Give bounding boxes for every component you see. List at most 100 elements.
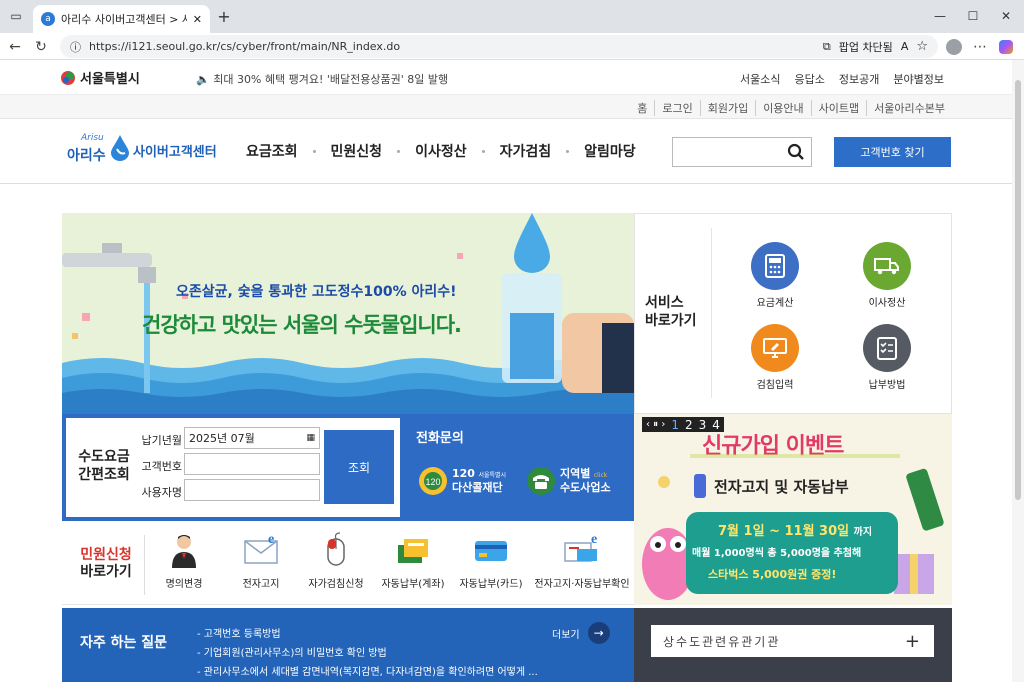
civil-notice-autopay-check[interactable]: e 전자고지·자동납부확인 xyxy=(530,531,634,590)
civil-request-shortcuts: 민원신청 바로가기 명의변경 e 전자고지 자가검침신청 자동납부(계좌) 자동… xyxy=(62,521,634,605)
util-link-sitemap[interactable]: 사이트맵 xyxy=(810,100,866,116)
civil-e-notice[interactable]: e 전자고지 xyxy=(223,531,299,590)
gnb-menu: 요금조회 민원신청 이사정산 자가검침 알림마당 xyxy=(246,141,636,161)
service-label: 검침입력 xyxy=(756,380,794,391)
util-link-home[interactable]: 홈 xyxy=(630,100,654,116)
user-name-input[interactable] xyxy=(184,479,320,501)
arisu-logo[interactable]: Arisu 아리수 사이버고객센터 xyxy=(67,133,217,165)
civil-label: 자가검침신청 xyxy=(308,579,364,590)
more-menu-icon[interactable]: ⋯ xyxy=(970,37,990,57)
menu-fee-inquiry[interactable]: 요금조회 xyxy=(246,141,298,161)
main-banner[interactable]: 오존살균, 숯을 통과한 고도정수100% 아리수! 건강하고 맛있는 서울의 … xyxy=(62,213,634,414)
menu-civil-request[interactable]: 민원신청 xyxy=(331,141,383,161)
top-links: 서울소식 응답소 정보공개 분야별정보 xyxy=(740,71,944,87)
document-check-icon: e xyxy=(563,531,601,569)
site-info-icon[interactable]: ⓘ xyxy=(70,39,81,55)
scrollbar-thumb[interactable] xyxy=(1015,80,1021,500)
slide-page-1[interactable]: 1 xyxy=(671,418,679,432)
arisu-favicon-icon: a xyxy=(41,12,55,26)
new-tab-icon[interactable]: + xyxy=(214,6,234,26)
util-link-guide[interactable]: 이용안내 xyxy=(755,100,810,116)
civil-label: 자동납부(카드) xyxy=(459,579,523,590)
util-link-login[interactable]: 로그인 xyxy=(654,100,699,116)
slide-page-2[interactable]: 2 xyxy=(685,418,693,432)
url-text: https://i121.seoul.go.kr/cs/cyber/front/… xyxy=(89,40,401,53)
civil-label: 전자고지 xyxy=(242,579,280,590)
civil-label: 자동납부(계좌) xyxy=(381,579,445,590)
top-link[interactable]: 분야별정보 xyxy=(893,71,944,87)
field-label-customer-number: 고객번호 xyxy=(141,460,182,473)
refresh-icon[interactable]: ↻ xyxy=(31,37,51,57)
top-link[interactable]: 정보공개 xyxy=(839,71,879,87)
civil-auto-pay-card[interactable]: 자동납부(카드) xyxy=(453,531,529,590)
service-label: 요금계산 xyxy=(756,298,794,309)
civil-name-change[interactable]: 명의변경 xyxy=(146,531,222,590)
tab-actions-icon[interactable]: ▭ xyxy=(6,6,26,26)
faq-item[interactable]: - 관리사무소에서 세대별 감면내역(복지감면, 다자녀감면)을 확인하려면 어… xyxy=(197,663,538,682)
regional-line2: 수도사업소 xyxy=(560,481,611,494)
faq-item[interactable]: - 기업회원(관리사무소)의 비밀번호 확인 방법 xyxy=(197,644,538,663)
slide-prev-pause-next-icons[interactable]: ‹ ⏸ › xyxy=(646,419,665,430)
service-fee-calc[interactable]: 요금계산 xyxy=(735,242,815,309)
page-scrollbar[interactable] xyxy=(1012,60,1024,682)
find-customer-number-button[interactable]: 고객번호 찾기 xyxy=(834,137,951,167)
regional-line1: 지역별 xyxy=(560,467,591,480)
profile-avatar[interactable] xyxy=(944,37,964,57)
due-month-select[interactable]: 2025년 07월 ▦ xyxy=(184,427,320,449)
menu-self-reading[interactable]: 자가검침 xyxy=(500,141,552,161)
popup-blocked-label[interactable]: 팝업 차단됨 xyxy=(839,39,893,55)
civil-label: 전자고지·자동납부확인 xyxy=(534,579,630,590)
read-aloud-icon[interactable]: A xyxy=(901,40,909,53)
maximize-icon[interactable]: ☐ xyxy=(963,6,983,26)
faq-more-link[interactable]: 더보기 → xyxy=(552,622,610,644)
menu-notice[interactable]: 알림마당 xyxy=(584,141,636,161)
search-input[interactable] xyxy=(672,137,812,167)
civil-self-reading-request[interactable]: 자가검침신청 xyxy=(298,531,374,590)
field-label-due-month: 납기년월 xyxy=(141,434,182,447)
util-link-signup[interactable]: 회원가입 xyxy=(699,100,755,116)
close-window-icon[interactable]: ✕ xyxy=(996,6,1016,26)
dasan-name: 다산콜재단 xyxy=(452,481,503,494)
favorite-star-icon[interactable]: ☆ xyxy=(916,39,928,54)
service-payment-method[interactable]: 납부방법 xyxy=(847,324,927,391)
popup-blocked-icon[interactable]: ⧉ xyxy=(823,40,831,54)
e-mail-notice-icon: e xyxy=(242,531,280,569)
mouse-icon xyxy=(317,531,355,569)
customer-number-input[interactable] xyxy=(184,453,320,475)
notice-banner[interactable]: 🔈 최대 30% 혜택 팽겨요! '배달전용상품권' 8일 발행 xyxy=(196,71,448,87)
dasan-number: 120 xyxy=(452,467,475,480)
person-icon xyxy=(165,531,203,569)
minimize-icon[interactable]: — xyxy=(930,6,950,26)
event-banner[interactable]: ‹ ⏸ › 1 2 3 4 신규가입 이벤트 전자고지 및 자동납부 7월 1일… xyxy=(634,414,952,605)
menu-move-settlement[interactable]: 이사정산 xyxy=(415,141,467,161)
civil-auto-pay-account[interactable]: 자동납부(계좌) xyxy=(375,531,451,590)
dasan-call-link[interactable]: 120 120 서울특별시 다산콜재단 xyxy=(418,466,506,496)
service-title-line1: 서비스 xyxy=(645,295,684,311)
service-label: 이사정산 xyxy=(868,298,906,309)
address-bar: ← ↻ ⓘ https://i121.seoul.go.kr/cs/cyber/… xyxy=(0,33,1024,60)
top-link[interactable]: 서울소식 xyxy=(740,71,780,87)
related-label: 상수도관련유관기관 xyxy=(663,634,781,649)
event-period-dates: 7월 1일 ~ 11월 30일 xyxy=(718,524,850,539)
url-field[interactable]: ⓘ https://i121.seoul.go.kr/cs/cyber/fron… xyxy=(60,35,938,58)
tab-title: 아리수 사이버고객센터 > 사이버 xyxy=(61,13,187,26)
field-label-user-name: 사용자명 xyxy=(141,486,182,499)
util-link-hq[interactable]: 서울아리수본부 xyxy=(866,100,952,116)
seoul-logo[interactable]: 서울특별시 xyxy=(60,68,140,87)
service-move-settlement[interactable]: 이사정산 xyxy=(847,242,927,309)
service-meter-input[interactable]: 검침입력 xyxy=(735,324,815,391)
top-link[interactable]: 응답소 xyxy=(795,71,825,87)
browser-tab[interactable]: a 아리수 사이버고객센터 > 사이버 ✕ xyxy=(33,5,210,33)
back-icon[interactable]: ← xyxy=(5,37,25,57)
search-icon xyxy=(787,143,804,160)
copilot-icon[interactable] xyxy=(996,37,1016,57)
civil-title-line2: 바로가기 xyxy=(80,564,132,580)
calendar-icon[interactable]: ▦ xyxy=(306,433,315,443)
lookup-submit-button[interactable]: 조회 xyxy=(324,430,394,504)
svg-text:120: 120 xyxy=(425,477,440,487)
browser-tab-bar: ▭ a 아리수 사이버고객센터 > 사이버 ✕ + — ☐ ✕ xyxy=(0,0,1024,33)
close-tab-icon[interactable]: ✕ xyxy=(193,13,202,26)
related-agencies-dropdown[interactable]: 상수도관련유관기관 + xyxy=(651,625,934,657)
faq-item[interactable]: - 고객번호 등록방법 xyxy=(197,625,538,644)
regional-office-link[interactable]: 지역별 click 수도사업소 xyxy=(526,466,611,496)
